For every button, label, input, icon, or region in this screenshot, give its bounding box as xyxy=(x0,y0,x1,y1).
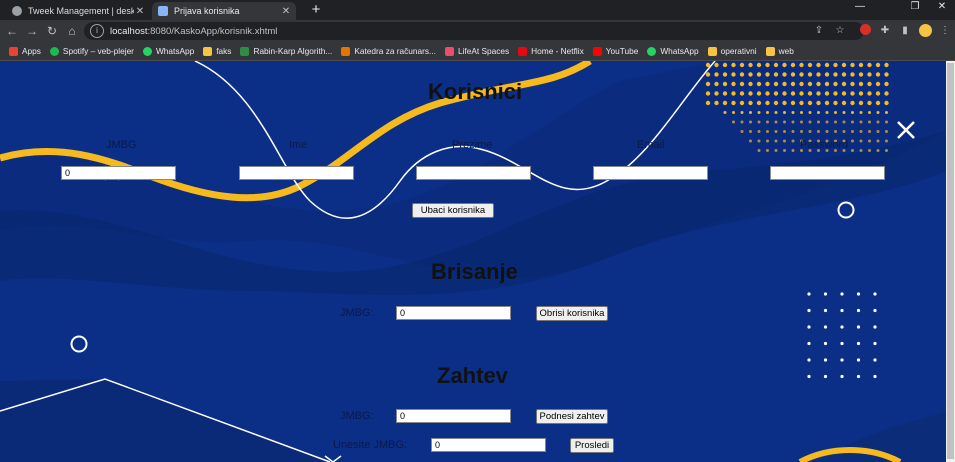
zahtev-jmbg-input[interactable]: 0 xyxy=(396,409,511,423)
brisanje-heading: Brisanje xyxy=(431,259,518,284)
lifeat-icon xyxy=(444,46,454,56)
zahtev-heading: Zahtev xyxy=(437,363,508,388)
tab-title: Prijava korisnika xyxy=(174,6,240,16)
bookmark-lifeat[interactable]: LifeAt Spaces xyxy=(444,46,509,56)
bookmark-web[interactable]: web xyxy=(765,46,794,56)
ime-label: Ime xyxy=(289,139,308,151)
jmbg-label: JMBG xyxy=(106,139,137,151)
folder-icon xyxy=(707,46,717,56)
bookmark-whatsapp-2[interactable]: WhatsApp xyxy=(647,46,699,56)
prosledi-button[interactable]: Prosledi xyxy=(570,438,614,453)
page-icon xyxy=(158,6,168,16)
share-icon[interactable]: ⇪ xyxy=(812,24,826,38)
bookmark-apps[interactable]: Apps xyxy=(9,46,41,56)
folder-icon xyxy=(765,46,775,56)
prezime-label: Prezime xyxy=(452,139,493,151)
bookmark-youtube[interactable]: YouTube xyxy=(592,46,638,56)
minimize-button[interactable]: — xyxy=(850,1,870,12)
address-bar[interactable]: i localhost :8080/KaskoApp/korisnik.xhtm… xyxy=(84,22,864,40)
bookmark-netflix[interactable]: Home - Netflix xyxy=(518,46,584,56)
katedra-icon xyxy=(341,46,351,56)
globe-icon xyxy=(12,6,22,16)
scrollbar-thumb[interactable] xyxy=(947,63,954,459)
profile-avatar[interactable] xyxy=(918,24,932,38)
url-host: localhost xyxy=(110,25,148,37)
korisnici-heading: Korisnici xyxy=(428,79,523,104)
podnesi-zahtev-button[interactable]: Podnesi zahtev xyxy=(536,409,608,424)
prezime-input[interactable] xyxy=(416,166,531,180)
password-input[interactable] xyxy=(770,166,885,180)
extensions-puzzle-icon[interactable]: ✚ xyxy=(878,24,892,38)
netflix-icon xyxy=(518,46,528,56)
obrisi-korisnika-button[interactable]: Obrisi korisnika xyxy=(536,306,608,321)
url-path: :8080/KaskoApp/korisnik.xhtml xyxy=(147,25,278,37)
bookmark-whatsapp[interactable]: WhatsApp xyxy=(142,46,194,56)
close-tab-icon[interactable]: ✕ xyxy=(280,6,292,17)
home-icon[interactable]: ⌂ xyxy=(64,23,80,39)
new-tab-button[interactable]: + xyxy=(308,1,324,18)
window-close-button[interactable]: ✕ xyxy=(932,1,952,12)
bookmark-rabin-karp[interactable]: Rabin-Karp Algorith... xyxy=(240,46,332,56)
tab-prijava-korisnika[interactable]: Prijava korisnika ✕ xyxy=(152,2,296,20)
site-info-icon[interactable]: i xyxy=(90,24,104,38)
brisanje-jmbg-label: JMBG: xyxy=(340,307,374,319)
reload-icon[interactable]: ↻ xyxy=(44,23,60,39)
jmbg-input[interactable]: 0 xyxy=(61,166,176,180)
tab-strip: Tweek Management | desktop-nl ✕ Prijava … xyxy=(0,0,955,20)
whatsapp-icon xyxy=(142,46,152,56)
youtube-icon xyxy=(592,46,602,56)
password-label: Password xyxy=(800,139,849,151)
brisanje-jmbg-input[interactable]: 0 xyxy=(396,306,511,320)
folder-icon xyxy=(203,46,213,56)
bookmark-spotify[interactable]: Spotify – veb-plejer xyxy=(49,46,134,56)
gfg-icon xyxy=(240,46,250,56)
email-input[interactable] xyxy=(593,166,708,180)
ubaci-korisnika-button[interactable]: Ubaci korisnika xyxy=(412,203,494,218)
menu-kebab-icon[interactable]: ⋮ xyxy=(938,24,952,38)
zahtev-jmbg-label: JMBG: xyxy=(340,410,374,422)
close-tab-icon[interactable]: ✕ xyxy=(134,6,146,17)
browser-toolbar: ← → ↻ ⌂ i localhost :8080/KaskoApp/koris… xyxy=(0,20,955,42)
bookmark-katedra[interactable]: Katedra za računars... xyxy=(341,46,436,56)
whatsapp-icon xyxy=(647,46,657,56)
forward-arrow-icon[interactable]: → xyxy=(24,23,40,39)
bookmark-faks[interactable]: faks xyxy=(203,46,231,56)
extension-red-icon[interactable] xyxy=(858,24,872,38)
bookmarks-bar: Apps Spotify – veb-plejer WhatsApp faks … xyxy=(0,42,955,61)
email-label: Email xyxy=(637,139,665,151)
back-arrow-icon[interactable]: ← xyxy=(4,23,20,39)
restore-button[interactable]: ❐ xyxy=(905,1,925,12)
page-viewport: Korisnici JMBG Ime Prezime Email Passwor… xyxy=(0,61,946,462)
bookmark-operativni[interactable]: operativni xyxy=(707,46,757,56)
tab-tweek-management[interactable]: Tweek Management | desktop-nl ✕ xyxy=(6,2,150,20)
spotify-icon xyxy=(49,46,59,56)
bookmark-star-icon[interactable]: ☆ xyxy=(833,24,847,38)
ime-input[interactable] xyxy=(239,166,354,180)
tab-title: Tweek Management | desktop-nl xyxy=(28,6,134,16)
apps-grid-icon xyxy=(9,46,18,56)
unesite-jmbg-input[interactable]: 0 xyxy=(431,438,546,452)
unesite-jmbg-label: Unesite JMBG: xyxy=(333,439,407,451)
side-panel-icon[interactable]: ▮ xyxy=(898,24,912,38)
